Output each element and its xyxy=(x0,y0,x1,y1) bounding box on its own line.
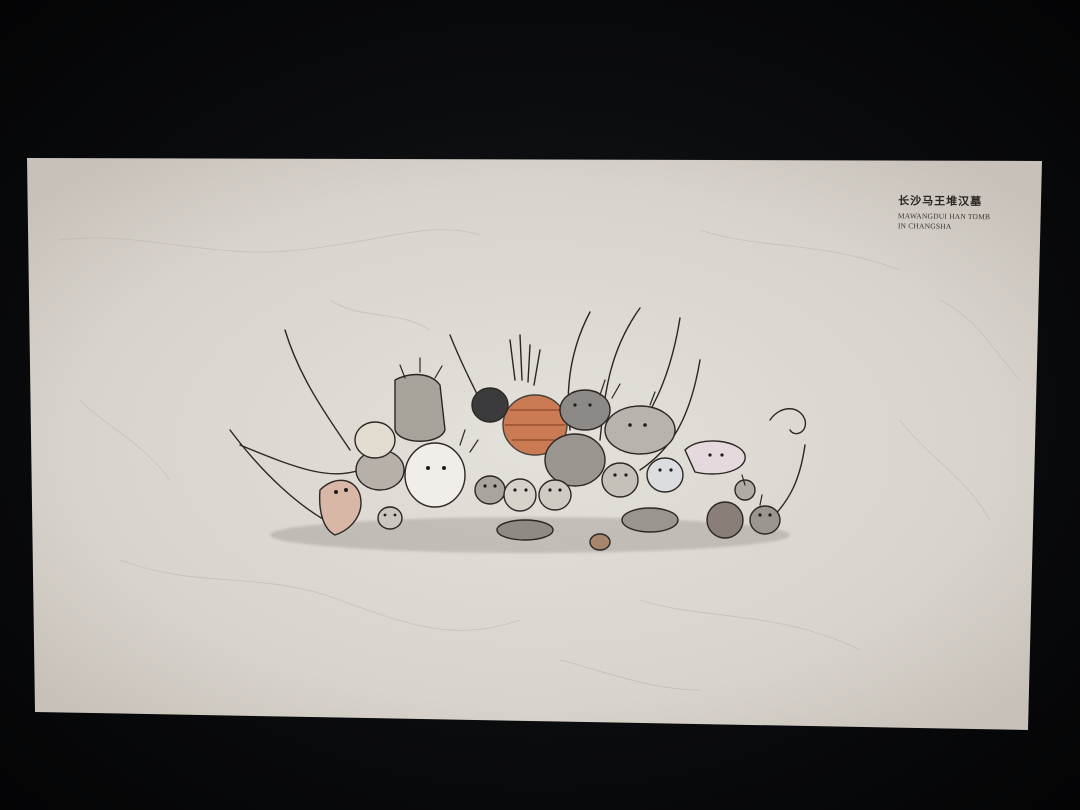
exhibit-caption: 长沙马王堆汉墓 MAWANGDUI HAN TOMB IN CHANGSHA xyxy=(898,192,1038,232)
creature-small-5 xyxy=(646,457,684,493)
creature-pale-right xyxy=(684,440,746,475)
projection-screen xyxy=(0,0,1080,810)
caption-title-chinese: 长沙马王堆汉墓 xyxy=(898,194,983,209)
creature-small-2 xyxy=(503,478,537,512)
creature-dark xyxy=(471,387,509,423)
creature-small-3 xyxy=(538,479,572,511)
creature-grey-3 xyxy=(544,433,606,487)
artwork-svg xyxy=(27,158,1042,730)
creature-spotted xyxy=(706,501,744,539)
creature-humanoid xyxy=(394,373,446,442)
creature-small-8 xyxy=(621,507,679,533)
creature-grey-1 xyxy=(559,389,611,431)
creature-grey-2 xyxy=(604,405,676,455)
caption-title-english-line2: IN CHANGSHA xyxy=(897,221,952,231)
creature-snail xyxy=(589,533,611,551)
creature-small-right xyxy=(749,505,781,535)
creature-white xyxy=(404,442,466,508)
creature-pale-left xyxy=(354,421,396,459)
creature-small-7 xyxy=(496,519,554,541)
creature-small-4 xyxy=(601,462,639,498)
creature-small-6 xyxy=(377,506,403,530)
creature-small-1 xyxy=(474,475,506,505)
